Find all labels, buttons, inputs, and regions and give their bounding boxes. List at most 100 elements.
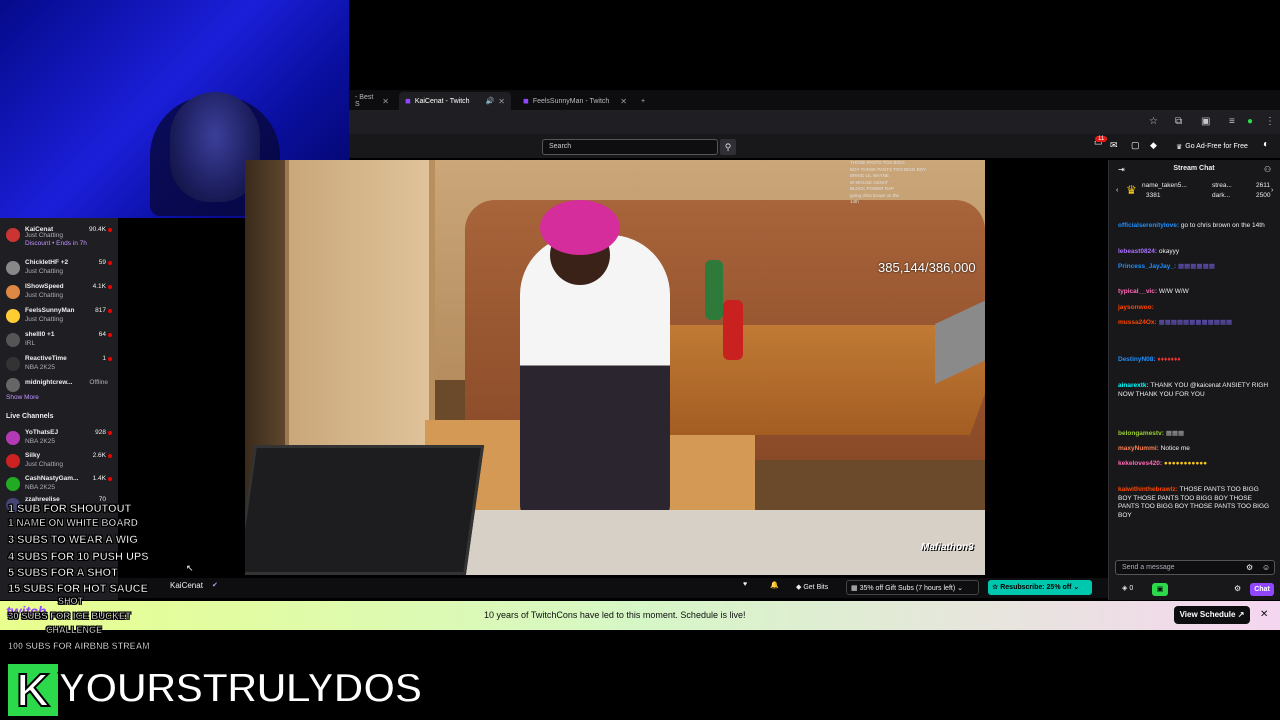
twitch-favicon-icon: ◼ (405, 98, 411, 105)
gifter-count: 3381 (1146, 192, 1161, 199)
chat-message: ainarextk: THANK YOU @kaicenat ANSIETY R… (1118, 382, 1273, 399)
channel-game: IRL (25, 340, 36, 347)
avatar (6, 378, 20, 392)
search-button[interactable]: ⚲ (720, 139, 736, 155)
channel-name: Silky (25, 452, 41, 459)
channel-name: midnightcrew... (25, 379, 73, 386)
chat-username[interactable]: typical__vic: (1118, 288, 1157, 295)
settings-icon[interactable]: ⚙ (1246, 563, 1253, 572)
more-icon[interactable]: ⋮ (1265, 116, 1275, 127)
chat-username[interactable]: belongamestv: (1118, 430, 1164, 437)
channel-points[interactable]: ◈ 0 (1122, 584, 1133, 592)
sidebar-channel[interactable]: FeelsSunnyMan Just Chatting 817 (0, 304, 118, 328)
live-dot-icon (108, 454, 112, 458)
extension-icon[interactable]: ⧉ (1175, 116, 1182, 127)
users-icon[interactable]: ⚇ (1264, 165, 1271, 174)
heart-icon[interactable]: ♥ (743, 581, 747, 588)
notification-badge: 11 (1095, 136, 1108, 142)
gift-subs-button[interactable]: ▦ 35% off Gift Subs (7 hours left) ⌄ (846, 580, 979, 595)
chat-username[interactable]: kekeloves420: (1118, 460, 1162, 467)
chat-username[interactable]: DestinyN08: (1118, 356, 1156, 363)
profile-icon[interactable]: ● (1247, 116, 1253, 127)
channel-discount: Discount • Ends in 7h (25, 240, 87, 247)
chat-username[interactable]: lebeast0824: (1118, 248, 1157, 255)
inbox-icon[interactable]: ✉ (1110, 140, 1118, 151)
video-watermark: Mafiathon3 (921, 542, 974, 553)
emote-row-icon: ▦▦▦▦▦▦▦▦▦▦▦▦ (1158, 319, 1233, 326)
close-icon[interactable]: ✕ (1260, 609, 1268, 620)
video-scene-bin (245, 445, 485, 575)
sidebar-channel[interactable]: KaiCenat Just Chatting Discount • Ends i… (0, 223, 118, 247)
sidebar-channel[interactable]: shelll0 +1 IRL 64 (0, 328, 118, 352)
browser-toolbar: ☆ ⧉ ▣ ≡ ● ⋮ (349, 110, 1280, 134)
avatar (6, 228, 20, 242)
chat-username[interactable]: jaysonwoo: (1118, 304, 1154, 311)
tab-label: KaiCenat - Twitch (414, 97, 470, 105)
search-input[interactable]: Search (542, 139, 718, 155)
menu-icon[interactable]: ≡ (1229, 116, 1235, 127)
chat-settings-icon[interactable]: ⚙ (1234, 584, 1241, 593)
chevron-left-icon[interactable]: ‹ (1116, 187, 1118, 194)
show-more-link[interactable]: Show More (6, 394, 39, 401)
sidebar-live-channel[interactable]: Silky Just Chatting 2.6K (0, 449, 118, 473)
chat-username[interactable]: kaiwithinthebrawlz: (1118, 486, 1178, 493)
chat-username[interactable]: Princess_JayJay_: (1118, 263, 1176, 270)
stream-title-overlay: YOURSTRULYDOS (57, 663, 424, 712)
browser-tab[interactable]: - Best S ✕ (349, 92, 395, 110)
live-dot-icon (108, 333, 112, 337)
video-chat-overlay: THOSE PANTS TOO BIGG BOY THOSE PANTS TOO… (850, 160, 985, 255)
view-schedule-button[interactable]: View Schedule ↗ (1174, 606, 1250, 624)
ad-free-button[interactable]: ♛ Go Ad-Free for Free (1176, 139, 1256, 154)
close-icon[interactable]: ✕ (382, 97, 389, 106)
bits-icon: ◆ (796, 584, 802, 591)
bookmark-star-icon[interactable]: ☆ (1149, 116, 1158, 127)
live-dot-icon (108, 285, 112, 289)
get-bits-button[interactable]: ◆ Get Bits (792, 580, 840, 595)
chat-input-placeholder: Send a message (1122, 564, 1175, 571)
sub-goal-line: SHOT (58, 596, 84, 607)
video-player[interactable]: THOSE PANTS TOO BIGG BOY THOSE PANTS TOO… (245, 160, 985, 575)
streamer-name[interactable]: KaiCenat (170, 581, 203, 590)
resubscribe-button[interactable]: ☆ Resubscribe: 25% off ⌄ (988, 580, 1092, 595)
chevron-right-icon[interactable]: › (1271, 187, 1273, 194)
resubscribe-label: Resubscribe: 25% off (1000, 584, 1072, 591)
live-dot-icon (108, 309, 112, 313)
emote-picker-icon[interactable]: ☺ (1262, 563, 1270, 572)
sidebar-channel[interactable]: IShowSpeed Just Chatting 4.1K (0, 280, 118, 304)
avatar[interactable]: ◐ (1263, 139, 1269, 150)
chat-username[interactable]: maxyNummi: (1118, 445, 1159, 452)
sub-counter: 385,144/386,000 (878, 260, 976, 275)
extensions-puzzle-icon[interactable]: ▣ (1201, 116, 1210, 127)
close-icon[interactable]: ✕ (620, 97, 627, 106)
viewer-count: 4.1K (92, 283, 106, 290)
sub-goal-line: 30 SUBS FOR ICE BUCKET (8, 611, 132, 623)
channel-name: ReactiveTime (25, 355, 67, 362)
twitch-top-nav (349, 134, 1280, 158)
sidebar-live-channel[interactable]: YoThatsEJ NBA 2K25 928 (0, 426, 118, 450)
viewer-count: 817 (95, 307, 106, 314)
bits-icon[interactable]: ◆ (1150, 140, 1157, 151)
gift-subs-label: 35% off Gift Subs (7 hours left) (859, 585, 956, 592)
chat-send-button[interactable]: Chat (1250, 583, 1274, 596)
chat-message: Princess_JayJay_: ▦▦▦▦▦▦ (1118, 263, 1273, 272)
browser-tab[interactable]: ◼ FeelsSunnyMan - Twitch ✕ (517, 92, 633, 110)
whispers-icon[interactable]: ▢ (1131, 140, 1140, 151)
sub-goal-line: 1 NAME ON WHITE BOARD (8, 518, 139, 530)
chat-username[interactable]: mussa24Ox: (1118, 319, 1157, 326)
chat-message: jaysonwoo: (1118, 304, 1273, 313)
bell-icon[interactable]: 🔔 (770, 581, 779, 589)
channel-name: ChickletHF +2 (25, 259, 69, 266)
channel-points-claim-icon[interactable]: ▣ (1152, 583, 1168, 596)
avatar (6, 333, 20, 347)
mouse-cursor-icon: ↖ (186, 563, 194, 573)
new-tab-button[interactable]: + (635, 92, 649, 110)
chat-header: Stream Chat (1173, 165, 1215, 172)
browser-tab-active[interactable]: ◼ KaiCenat - Twitch 🔊 ✕ (399, 92, 511, 110)
sidebar-channel[interactable]: ChickletHF +2 Just Chatting 59 (0, 256, 118, 280)
chat-username[interactable]: ainarextk: (1118, 382, 1149, 389)
viewer-count: 2.6K (92, 452, 106, 459)
emote-row-icon: ♦♦♦♦♦♦♦ (1157, 356, 1181, 363)
chat-username[interactable]: officialserenitylove: (1118, 222, 1179, 229)
close-icon[interactable]: ✕ (498, 97, 505, 106)
speaker-icon[interactable]: 🔊 (486, 97, 495, 105)
